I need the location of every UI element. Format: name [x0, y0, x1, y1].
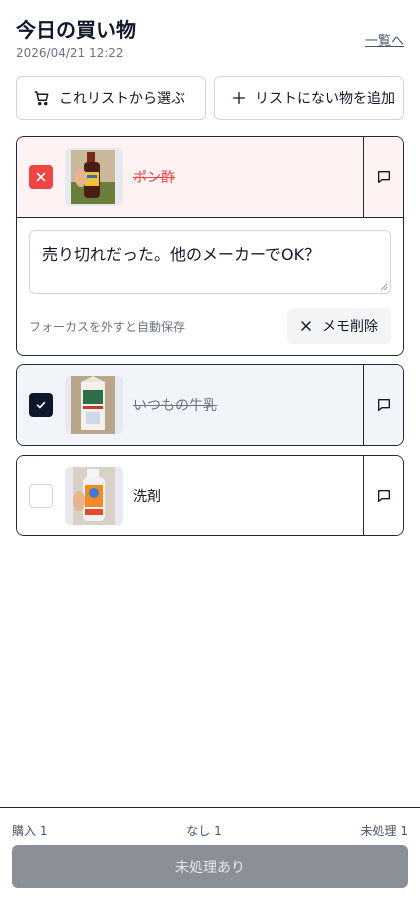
status-checkbox[interactable]: [29, 484, 53, 508]
status-checkbox[interactable]: [29, 393, 53, 417]
action-bar: これリストから選ぶ リストにない物を追加: [16, 76, 404, 120]
shopping-item-card: ポン酢 売り切れだった。他のメーカーでOK？ フォーカスを外すと自動保存 メモ削…: [16, 136, 404, 356]
complete-button[interactable]: 未処理あり: [12, 845, 408, 888]
add-unlisted-item-label: リストにない物を追加: [255, 91, 395, 107]
summary-footer: 購入 1 なし 1 未処理 1 未処理あり: [0, 807, 420, 900]
x-mark-icon: [36, 172, 46, 182]
pick-from-list-button[interactable]: これリストから選ぶ: [16, 76, 206, 120]
delete-memo-label: メモ削除: [322, 319, 378, 335]
item-photo: [65, 467, 123, 525]
shopping-item-row: ポン酢: [17, 137, 403, 217]
chat-bubble-icon: [377, 171, 390, 183]
memo-toggle-button[interactable]: [363, 137, 403, 217]
status-counts: 購入 1 なし 1 未処理 1: [12, 822, 408, 839]
memo-panel: 売り切れだった。他のメーカーでOK？ フォーカスを外すと自動保存 メモ削除: [17, 217, 403, 355]
cart-icon: [34, 91, 49, 106]
item-name: 洗剤: [133, 489, 161, 505]
list-link[interactable]: 一覧へ: [365, 30, 404, 49]
memo-autosave-hint: フォーカスを外すと自動保存: [29, 319, 186, 334]
item-photo: [65, 148, 123, 206]
page-datetime: 2026/04/21 12:22: [16, 46, 124, 60]
memo-text: 売り切れだった。他のメーカーでOK？: [42, 245, 321, 264]
status-checkbox[interactable]: [29, 165, 53, 189]
none-count: なし 1: [186, 824, 222, 838]
item-photo: [65, 376, 123, 434]
shopping-item-row: 洗剤: [17, 456, 403, 535]
close-icon: [301, 321, 311, 331]
page-title: 今日の買い物: [16, 18, 136, 42]
item-name: いつもの牛乳: [133, 398, 217, 414]
shopping-item-card: 洗剤: [16, 455, 404, 536]
item-name: ポン酢: [133, 170, 175, 186]
shopping-item-row: いつもの牛乳: [17, 365, 403, 445]
pending-count: 未処理 1: [360, 824, 408, 838]
delete-memo-button[interactable]: メモ削除: [287, 308, 391, 344]
page-header: 今日の買い物 2026/04/21 12:22 一覧へ: [16, 18, 404, 62]
resize-grip-icon[interactable]: [380, 283, 388, 291]
add-unlisted-item-button[interactable]: リストにない物を追加: [214, 76, 404, 120]
bought-count: 購入 1: [12, 824, 48, 838]
check-icon: [36, 401, 46, 409]
plus-icon: [233, 92, 245, 104]
chat-bubble-icon: [377, 399, 390, 411]
memo-textarea[interactable]: 売り切れだった。他のメーカーでOK？: [29, 230, 391, 294]
pick-from-list-label: これリストから選ぶ: [59, 91, 185, 107]
memo-toggle-button[interactable]: [363, 456, 403, 535]
memo-toggle-button[interactable]: [363, 365, 403, 445]
shopping-item-card: いつもの牛乳: [16, 364, 404, 446]
chat-bubble-icon: [377, 490, 390, 502]
